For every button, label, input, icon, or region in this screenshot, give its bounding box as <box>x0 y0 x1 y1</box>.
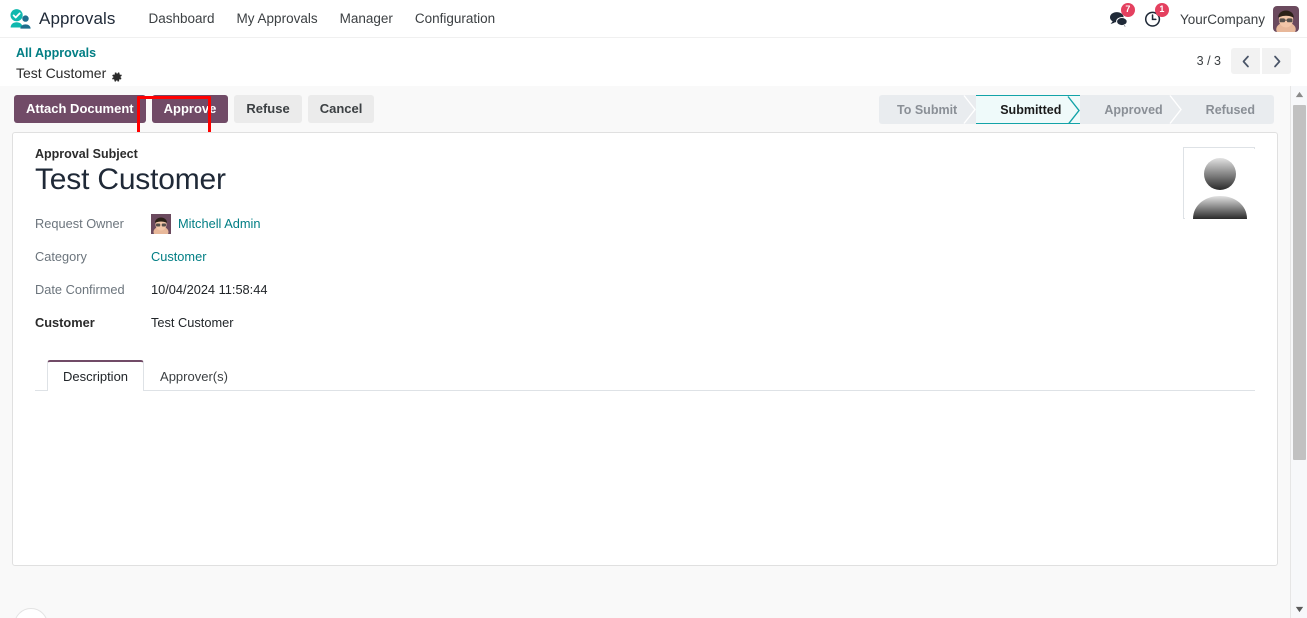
status-stage-approved[interactable]: Approved <box>1080 95 1183 124</box>
top-navbar: Approvals Dashboard My Approvals Manager… <box>0 0 1307 38</box>
nav-item-my-approvals[interactable]: My Approvals <box>226 5 329 32</box>
chevron-left-icon <box>1242 55 1249 67</box>
app-name: Approvals <box>39 8 116 28</box>
page-title: Test Customer <box>35 163 226 196</box>
field-label: Customer <box>35 315 95 330</box>
status-stage-label: Approved <box>1104 102 1163 117</box>
refuse-button[interactable]: Refuse <box>234 95 302 123</box>
nav-item-configuration[interactable]: Configuration <box>404 5 506 32</box>
pager: 3 / 3 <box>1197 48 1291 74</box>
nav-item-dashboard[interactable]: Dashboard <box>138 5 226 32</box>
notebook: Description Approver(s) <box>35 359 1255 485</box>
stage-arrow-icon <box>1067 96 1081 124</box>
navbar-systray: 7 1 YourCompany <box>1102 0 1307 38</box>
pager-count: 3 / 3 <box>1196 54 1221 68</box>
odoo-approvals-form-view: Approvals Dashboard My Approvals Manager… <box>0 0 1307 618</box>
field-category: Category Customer <box>35 243 1255 271</box>
breadcrumb-row: All Approvals Test Customer 3 / 3 <box>0 38 1307 86</box>
status-stage-refused[interactable]: Refused <box>1182 95 1274 124</box>
pager-next-button[interactable] <box>1262 48 1291 74</box>
scrollbar-thumb[interactable] <box>1293 105 1306 460</box>
status-stage-label: Refused <box>1205 102 1255 117</box>
approve-button[interactable]: Approve <box>151 95 229 123</box>
cancel-button[interactable]: Cancel <box>307 95 375 123</box>
tab-approvers[interactable]: Approver(s) <box>144 360 244 391</box>
messages-menu-button[interactable]: 7 <box>1102 3 1136 32</box>
record-image-placeholder[interactable] <box>1183 147 1255 219</box>
control-panel: Attach Document Approve Refuse Cancel To… <box>0 86 1290 136</box>
activities-menu-button[interactable]: 1 <box>1136 3 1170 32</box>
pager-previous-button[interactable] <box>1231 48 1260 74</box>
field-value: Customer <box>151 249 206 264</box>
customer-value[interactable]: Test Customer <box>151 315 234 330</box>
status-stage-to-submit[interactable]: To Submit <box>879 95 977 124</box>
scroll-down-arrow-icon[interactable] <box>1291 601 1307 618</box>
form-fields-area: Approval Subject Test Customer Request O… <box>13 133 1277 485</box>
stage-arrow-icon <box>963 95 977 124</box>
request-owner-link[interactable]: Mitchell Admin <box>178 216 261 231</box>
field-customer: Customer Test Customer <box>35 309 1255 337</box>
tab-description[interactable]: Description <box>47 359 145 391</box>
form-sheet: Approval Subject Test Customer Request O… <box>12 132 1278 566</box>
navbar-menu: Dashboard My Approvals Manager Configura… <box>138 5 507 32</box>
tab-pane-description[interactable] <box>35 390 1255 485</box>
approvals-app-icon <box>8 7 32 31</box>
field-request-owner: Request Owner Mitchell Admin <box>35 210 1255 238</box>
brand[interactable]: Approvals <box>0 7 116 31</box>
activities-count-badge: 1 <box>1154 3 1169 17</box>
breadcrumb-current: Test Customer <box>16 63 123 85</box>
stage-arrow-icon <box>1169 95 1183 124</box>
scroll-up-arrow-icon[interactable] <box>1291 86 1307 103</box>
field-label: Request Owner <box>35 216 124 231</box>
approval-subject-label: Approval Subject <box>35 147 138 161</box>
breadcrumb-current-label: Test Customer <box>16 65 107 82</box>
nav-item-manager[interactable]: Manager <box>329 5 404 32</box>
field-date-confirmed: Date Confirmed 10/04/2024 11:58:44 <box>35 276 1255 304</box>
company-name[interactable]: YourCompany <box>1180 12 1265 27</box>
date-confirmed-value[interactable]: 10/04/2024 11:58:44 <box>151 282 267 297</box>
status-stage-submitted[interactable]: Submitted <box>976 95 1081 124</box>
attach-document-button[interactable]: Attach Document <box>14 95 146 123</box>
field-label: Category <box>35 249 87 264</box>
status-stage-label: To Submit <box>897 102 958 117</box>
avatar <box>151 213 171 237</box>
form-view-container: Attach Document Approve Refuse Cancel To… <box>0 86 1290 618</box>
notebook-tabs: Description Approver(s) <box>35 359 1255 391</box>
status-bar: To Submit Submitted Approved Refused <box>879 95 1274 124</box>
messages-count-badge: 7 <box>1120 3 1135 17</box>
user-avatar[interactable] <box>1273 6 1299 32</box>
status-stage-label: Submitted <box>1000 102 1062 117</box>
chevron-right-icon <box>1273 55 1280 67</box>
breadcrumb-parent-all-approvals[interactable]: All Approvals <box>16 44 123 63</box>
page-scrollbar[interactable] <box>1290 86 1307 618</box>
category-link[interactable]: Customer <box>151 249 206 264</box>
breadcrumb: All Approvals Test Customer <box>16 44 123 85</box>
field-value: Mitchell Admin <box>151 213 261 237</box>
field-label: Date Confirmed <box>35 282 125 297</box>
gear-icon[interactable] <box>111 68 123 82</box>
